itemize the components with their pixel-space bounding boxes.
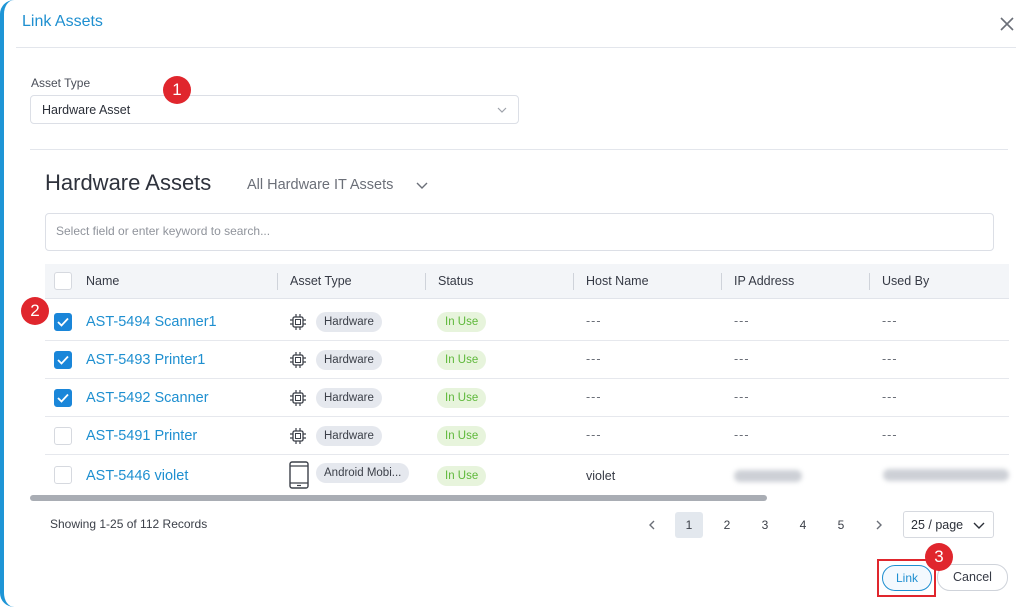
chevron-down-icon[interactable] — [415, 181, 429, 191]
status-badge: In Use — [437, 350, 487, 370]
step-marker-3: 3 — [925, 543, 953, 571]
status-badge: In Use — [437, 312, 487, 332]
column-separator[interactable] — [425, 273, 426, 290]
host-name-cell: violet — [586, 469, 616, 483]
page-3[interactable]: 3 — [751, 512, 779, 538]
status-badge: In Use — [437, 466, 487, 486]
horizontal-scrollbar[interactable] — [30, 495, 767, 501]
section-title: Hardware Assets — [45, 170, 212, 195]
column-separator[interactable] — [721, 273, 722, 290]
asset-name-link[interactable]: AST-5446 violet — [86, 468, 188, 484]
ip-address-cell: --- — [734, 390, 750, 404]
status-badge: In Use — [437, 388, 487, 408]
step-marker-1: 1 — [163, 76, 191, 104]
table-row[interactable]: AST-5446 violet Android Mobi... In Use v… — [45, 455, 1009, 495]
link-assets-dialog: Link Assets Asset Type Hardware Asset Ha… — [0, 0, 1024, 607]
mobile-device-icon — [289, 461, 309, 489]
column-header-status[interactable]: Status — [438, 274, 473, 288]
search-box[interactable] — [45, 213, 994, 251]
dialog-title: Link Assets — [22, 13, 103, 30]
chip-icon — [290, 390, 306, 406]
records-summary: Showing 1-25 of 112 Records — [50, 517, 208, 531]
column-header-host-name[interactable]: Host Name — [586, 274, 649, 288]
section-divider — [30, 149, 1008, 150]
chip-icon — [290, 352, 306, 368]
asset-type-label: Asset Type — [31, 76, 91, 90]
column-header-used-by[interactable]: Used By — [882, 274, 929, 288]
page-size-select[interactable]: 25 / page — [903, 511, 994, 538]
asset-type-value: Hardware Asset — [42, 103, 131, 117]
ip-address-cell-redacted — [734, 470, 802, 482]
row-checkbox[interactable] — [54, 389, 72, 407]
previous-page-icon[interactable] — [639, 512, 665, 538]
page-5[interactable]: 5 — [827, 512, 855, 538]
next-page-icon[interactable] — [866, 512, 892, 538]
column-header-asset-type[interactable]: Asset Type — [290, 274, 352, 288]
used-by-cell-redacted — [883, 469, 1009, 481]
close-icon[interactable] — [997, 14, 1017, 34]
table-row[interactable]: AST-5494 Scanner1 Hardware In Use --- --… — [45, 303, 1009, 341]
table-header: Name Asset Type Status Host Name IP Addr… — [45, 264, 1009, 299]
row-checkbox[interactable] — [54, 427, 72, 445]
asset-name-link[interactable]: AST-5491 Printer — [86, 428, 197, 444]
table-row[interactable]: AST-5493 Printer1 Hardware In Use --- --… — [45, 341, 1009, 379]
link-button[interactable]: Link — [882, 565, 932, 591]
used-by-cell: --- — [882, 390, 898, 404]
column-separator[interactable] — [869, 273, 870, 290]
asset-type-badge: Hardware — [316, 312, 382, 332]
page-4[interactable]: 4 — [789, 512, 817, 538]
column-separator[interactable] — [573, 273, 574, 290]
asset-type-badge: Android Mobi... — [316, 463, 410, 483]
column-header-ip-address[interactable]: IP Address — [734, 274, 794, 288]
asset-type-badge: Hardware — [316, 388, 382, 408]
asset-type-badge: Hardware — [316, 426, 382, 446]
host-name-cell: --- — [586, 390, 602, 404]
chevron-down-icon — [497, 107, 507, 113]
page-size-value: 25 / page — [911, 518, 964, 532]
host-name-cell: --- — [586, 314, 602, 328]
column-header-name[interactable]: Name — [86, 274, 119, 288]
host-name-cell: --- — [586, 352, 602, 366]
row-checkbox[interactable] — [54, 466, 72, 484]
view-filter-dropdown[interactable]: All Hardware IT Assets — [247, 177, 393, 193]
used-by-cell: --- — [882, 314, 898, 328]
step-marker-2: 2 — [21, 297, 49, 325]
chip-icon — [290, 428, 306, 444]
page-2[interactable]: 2 — [713, 512, 741, 538]
chevron-down-icon — [973, 522, 985, 529]
cancel-button[interactable]: Cancel — [937, 564, 1008, 591]
row-checkbox[interactable] — [54, 351, 72, 369]
chip-icon — [290, 314, 306, 330]
asset-name-link[interactable]: AST-5492 Scanner — [86, 390, 209, 406]
asset-name-link[interactable]: AST-5493 Printer1 — [86, 352, 205, 368]
search-input[interactable] — [56, 224, 976, 238]
select-all-checkbox[interactable] — [54, 272, 72, 290]
asset-type-badge: Hardware — [316, 350, 382, 370]
ip-address-cell: --- — [734, 314, 750, 328]
ip-address-cell: --- — [734, 352, 750, 366]
table-row[interactable]: AST-5491 Printer Hardware In Use --- ---… — [45, 417, 1009, 455]
asset-name-link[interactable]: AST-5494 Scanner1 — [86, 314, 217, 330]
header-divider — [16, 47, 1016, 48]
host-name-cell: --- — [586, 428, 602, 442]
used-by-cell: --- — [882, 352, 898, 366]
row-checkbox[interactable] — [54, 313, 72, 331]
table-row[interactable]: AST-5492 Scanner Hardware In Use --- ---… — [45, 379, 1009, 417]
ip-address-cell: --- — [734, 428, 750, 442]
status-badge: In Use — [437, 426, 487, 446]
page-1[interactable]: 1 — [675, 512, 703, 538]
used-by-cell: --- — [882, 428, 898, 442]
asset-type-select[interactable]: Hardware Asset — [30, 95, 519, 124]
column-separator[interactable] — [277, 273, 278, 290]
